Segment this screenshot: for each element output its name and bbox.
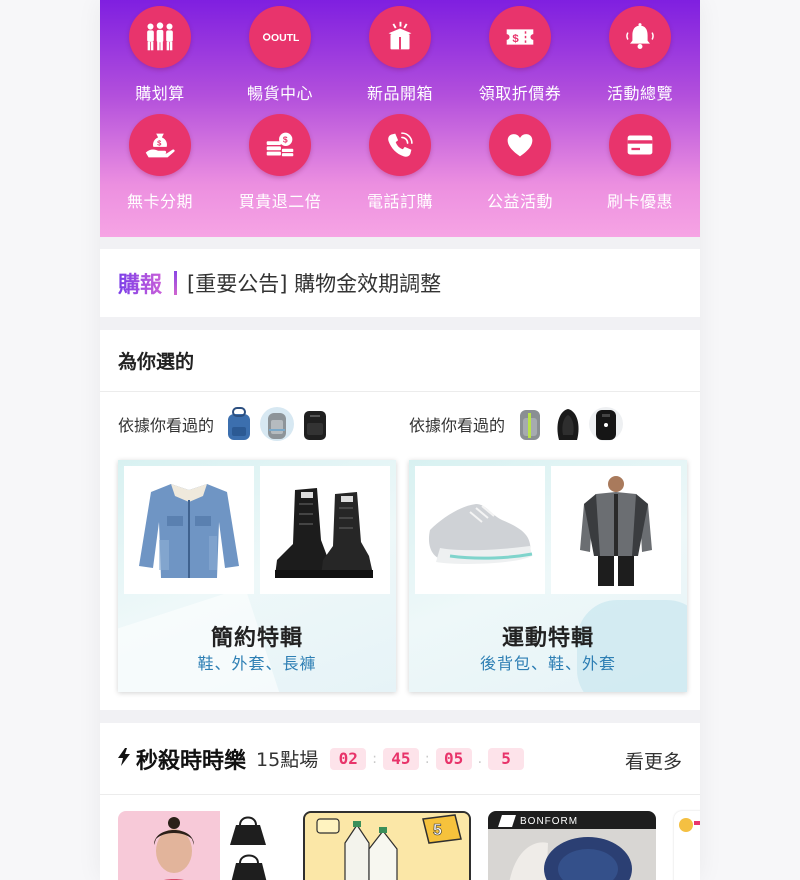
flash-sale-time-slot: 15點場 — [256, 749, 319, 771]
divider — [174, 271, 178, 295]
flash-sale-header: 秒殺時時樂 15點場 02 : 45 : 05 . 5 看更多 — [100, 723, 700, 795]
svg-text:$: $ — [283, 135, 288, 145]
menu-item-cardless-installment[interactable]: $ 無卡分期 — [100, 114, 220, 222]
menu-item-outlet[interactable]: OUTLET 暢貨中心 — [220, 6, 340, 114]
brand-badge: BONFORM — [498, 813, 579, 829]
black-duffel-thumbnail[interactable] — [587, 405, 625, 443]
basis-right: 依據你看過的 — [409, 402, 625, 446]
see-more-link[interactable]: 看更多 — [625, 747, 682, 774]
black-backpack-thumbnail[interactable] — [296, 405, 334, 443]
phone-icon — [369, 114, 431, 176]
menu-item-label: 公益活動 — [486, 192, 553, 211]
product-tile-car-accessory[interactable]: BONFORM — [488, 811, 656, 880]
app-page: 購划算 OUTLET 暢貨中心 — [100, 0, 700, 880]
people-group-icon — [129, 6, 191, 68]
card-title: 簡約特輯 — [210, 626, 303, 651]
menu-item-label: 活動總覽 — [606, 84, 673, 103]
black-boots-image — [260, 466, 390, 594]
announcement-brand: 購報 — [118, 267, 162, 299]
menu-item-events[interactable]: 活動總覽 — [580, 6, 700, 114]
countdown-separator: : — [424, 750, 430, 767]
menu-item-charity[interactable]: 公益活動 — [460, 114, 580, 222]
credit-card-icon — [609, 114, 671, 176]
bell-icon — [609, 6, 671, 68]
menu-item-label: 領取折價券 — [478, 84, 562, 103]
menu-item-label: 電話訂購 — [366, 192, 433, 211]
countdown-minutes: 45 — [382, 747, 419, 770]
denim-jacket-image — [124, 466, 254, 594]
flash-sale-title: 秒殺時時樂 — [136, 748, 247, 774]
flash-sale-section: 秒殺時時樂 15點場 02 : 45 : 05 . 5 看更多 5 BONFOR… — [100, 723, 700, 880]
quick-menu-grid: 購划算 OUTLET 暢貨中心 — [100, 0, 700, 237]
outlet-icon-text: OUTLET — [271, 33, 299, 44]
drink-bottles-image: 5 — [305, 813, 469, 880]
recommendation-section: 為你選的 依據你看過的 依據你看過的 簡約特輯 鞋、外套、長褲 運動特輯 後背包… — [100, 330, 700, 710]
headrest-pillow-image — [488, 829, 656, 880]
menu-item-card-offers[interactable]: 刷卡優惠 — [580, 114, 700, 222]
outlet-icon: OUTLET — [249, 6, 311, 68]
announcement-text[interactable]: [重要公告] 購物金效期調整 — [187, 268, 441, 298]
recommendation-basis-row: 依據你看過的 依據你看過的 — [100, 402, 700, 446]
lightning-icon — [116, 747, 132, 771]
countdown-separator: . — [477, 750, 483, 767]
menu-item-phone-order[interactable]: 電話訂購 — [340, 114, 460, 222]
coupon-icon-text: $ — [512, 33, 519, 45]
grey-sport-backpack-thumbnail[interactable] — [511, 405, 549, 443]
product-tile-fashion[interactable] — [118, 811, 278, 880]
grey-sneaker-image — [415, 466, 545, 594]
menu-item-bargain[interactable]: 購划算 — [100, 6, 220, 114]
heart-icon — [489, 114, 551, 176]
money-bag-hand-icon: $ — [129, 114, 191, 176]
menu-item-label: 新品開箱 — [366, 84, 433, 103]
theme-card-sport[interactable]: 運動特輯 後背包、鞋、外套 — [409, 460, 687, 692]
countdown-hours: 02 — [330, 747, 367, 770]
blue-backpack-thumbnail[interactable] — [220, 405, 258, 443]
countdown-separator: : — [372, 750, 377, 767]
card-subtitle: 後背包、鞋、外套 — [479, 654, 616, 673]
announcement-bar[interactable]: 購報 [重要公告] 購物金效期調整 — [100, 249, 700, 317]
menu-item-coupon[interactable]: $ 領取折價券 — [460, 6, 580, 114]
section-title: 為你選的 — [100, 330, 700, 392]
grey-backpack-thumbnail[interactable] — [258, 405, 296, 443]
tile-badge-number: 5 — [433, 822, 442, 839]
basis-text: 依據你看過的 — [409, 416, 506, 435]
countdown-seconds: 05 — [435, 747, 472, 770]
product-tile-partial[interactable] — [674, 811, 700, 880]
product-tile-drink[interactable]: 5 — [303, 811, 471, 880]
coupon-icon: $ — [489, 6, 551, 68]
menu-item-label: 購划算 — [135, 84, 185, 103]
card-title: 運動特輯 — [501, 626, 594, 651]
partial-product-image — [679, 818, 700, 832]
basis-text: 依據你看過的 — [118, 416, 215, 435]
menu-item-price-guarantee[interactable]: $ 買貴退二倍 — [220, 114, 340, 222]
countdown-tenths: 5 — [488, 747, 525, 770]
fashion-product-image — [118, 811, 267, 880]
basis-left: 依據你看過的 — [118, 402, 334, 446]
brand-logo-icon — [498, 815, 516, 827]
menu-item-label: 刷卡優惠 — [606, 192, 673, 211]
coins-stack-icon: $ — [249, 114, 311, 176]
card-subtitle: 鞋、外套、長褲 — [197, 654, 317, 673]
menu-item-new-arrivals[interactable]: 新品開箱 — [340, 6, 460, 114]
black-sport-backpack-thumbnail[interactable] — [549, 405, 587, 443]
brand-name: BONFORM — [520, 815, 579, 827]
theme-card-minimal[interactable]: 簡約特輯 鞋、外套、長褲 — [118, 460, 396, 692]
sport-jacket-model-image — [551, 466, 681, 594]
menu-item-label: 無卡分期 — [126, 192, 193, 211]
menu-item-label: 暢貨中心 — [246, 84, 313, 103]
gift-box-icon — [369, 6, 431, 68]
menu-item-label: 買貴退二倍 — [238, 192, 322, 211]
